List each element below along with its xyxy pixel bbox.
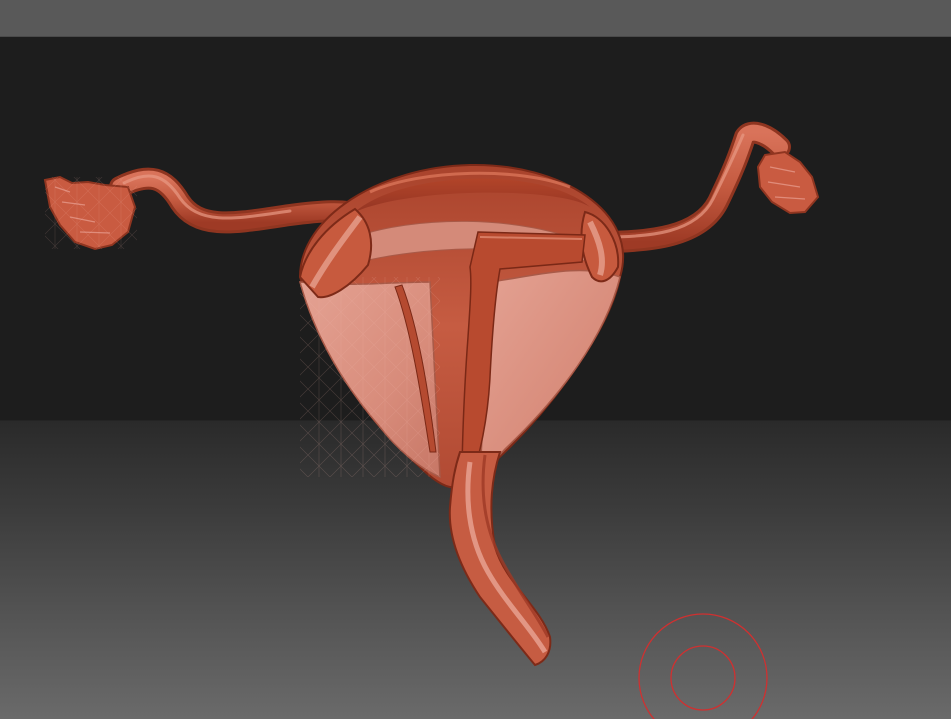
left-fimbriae[interactable]: [43, 175, 137, 251]
right-fimbriae[interactable]: [756, 150, 820, 215]
cervix-vagina-section[interactable]: [448, 451, 552, 667]
left-fallopian-tube[interactable]: [109, 167, 371, 234]
top-toolbar: [0, 0, 951, 37]
right-fallopian-tube[interactable]: [589, 121, 791, 253]
3d-viewport-canvas[interactable]: [0, 37, 951, 719]
uterus-model[interactable]: [0, 37, 951, 719]
sculpt-app: [0, 0, 951, 719]
